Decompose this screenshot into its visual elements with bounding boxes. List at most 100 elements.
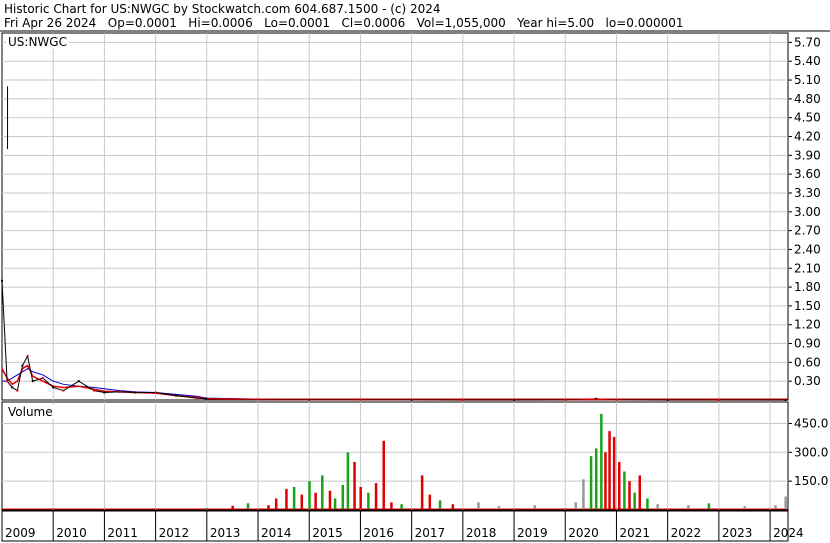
volume-bar [623,471,626,509]
volume-bar [582,479,585,509]
x-tick-label: 2015 [312,526,343,540]
price-y-tick-label: 2.40 [794,242,821,256]
price-point [62,389,65,392]
price-y-tick-label: 1.50 [794,299,821,313]
volume-bar [774,505,777,509]
volume-bar [618,461,621,509]
price-point [93,389,96,392]
volume-bar [600,413,603,509]
price-point [6,380,9,383]
x-tick-label: 2013 [210,526,241,540]
price-y-tick-label: 3.90 [794,148,821,162]
x-tick-label: 2019 [517,526,548,540]
volume-bar [589,456,593,509]
volume-bar [784,496,787,509]
volume-bar [359,486,362,509]
x-tick-label: 2023 [722,526,753,540]
x-tick-label: 2024 [773,526,804,540]
price-point [1,279,3,282]
price-point [26,355,29,358]
price-point [16,389,19,392]
volume-bar [438,500,442,509]
volume-bar [497,506,501,509]
x-tick-label: 2011 [107,526,138,540]
volume-bar [308,481,311,509]
volume-bar [646,498,649,509]
volume-bar [321,475,324,509]
volume-bar [285,488,288,509]
volume-bar [314,492,317,509]
x-tick-label: 2010 [56,526,87,540]
volume-y-tick-label: 450.0 [794,416,828,430]
volume-y-tick-label: 150.0 [794,474,828,488]
price-point [175,394,178,397]
volume-bar [274,498,278,509]
price-point [52,386,55,389]
volume-bar [638,475,642,509]
stock-chart-svg: 2009 2010 2011 2012 2013 2014 2015 2016 2017 2018… [0,30,830,542]
volume-bar [374,483,378,509]
price-y-tick-label: 2.70 [794,224,821,238]
volume-panel-label: Volume [6,405,55,419]
volume-bar [604,452,607,509]
price-point [77,380,80,383]
volume-bar [533,505,537,509]
x-tick-label: 2020 [568,526,599,540]
volume-bar [707,503,711,509]
volume-bar [267,505,270,509]
price-point [154,391,157,394]
x-tick-label: 2009 [5,526,36,540]
price-y-tick-label: 1.20 [794,318,821,332]
volume-bar [231,505,234,509]
volume-bar [612,436,616,509]
price-y-tick-label: 2.10 [794,261,821,275]
volume-bar [420,475,424,509]
volume-bar [333,498,337,509]
price-point [103,391,106,394]
volume-bar [628,481,631,509]
volume-bar [428,494,432,509]
price-point [41,377,44,380]
price-y-tick-label: 5.10 [794,73,821,87]
price-point [195,397,198,400]
volume-bar [292,486,296,509]
price-point [11,386,14,389]
price-y-tick-label: 1.80 [794,280,821,294]
x-tick-label: 2018 [466,526,497,540]
price-point [118,390,121,393]
volume-bar [477,502,480,509]
chart-frame: Historic Chart for US:NWGC by Stockwatch… [0,0,830,543]
price-y-tick-label: 0.90 [794,337,821,351]
volume-bar [328,490,332,509]
price-point [21,364,24,367]
price-y-tick-label: 0.60 [794,355,821,369]
volume-bar [400,504,403,509]
volume-bar [346,452,350,509]
price-y-tick-label: 0.30 [794,374,821,388]
volume-bar [341,485,345,509]
price-y-tick-label: 5.70 [794,35,821,49]
price-point [134,391,137,394]
volume-bar [451,504,455,509]
volume-bar [633,492,636,509]
x-tick-label: 2014 [261,526,292,540]
volume-y-tick-label: 300.0 [794,445,828,459]
price-panel-label: US:NWGC [6,35,69,49]
volume-bar [382,440,385,509]
price-y-tick-label: 3.30 [794,186,821,200]
price-y-tick-label: 4.80 [794,92,821,106]
price-y-tick-label: 4.20 [794,130,821,144]
x-tick-label: 2022 [671,526,702,540]
volume-bar [608,431,611,509]
volume-bar [743,506,746,509]
price-point [31,380,34,383]
x-tick-label: 2017 [415,526,446,540]
volume-bar [353,461,356,509]
volume-bar [574,502,577,509]
price-y-tick-label: 4.50 [794,111,821,125]
price-y-tick-label: 3.00 [794,205,821,219]
volume-bar [205,508,209,509]
price-y-tick-label: 3.60 [794,167,821,181]
x-tick-label: 2021 [619,526,650,540]
x-tick-label: 2012 [159,526,190,540]
